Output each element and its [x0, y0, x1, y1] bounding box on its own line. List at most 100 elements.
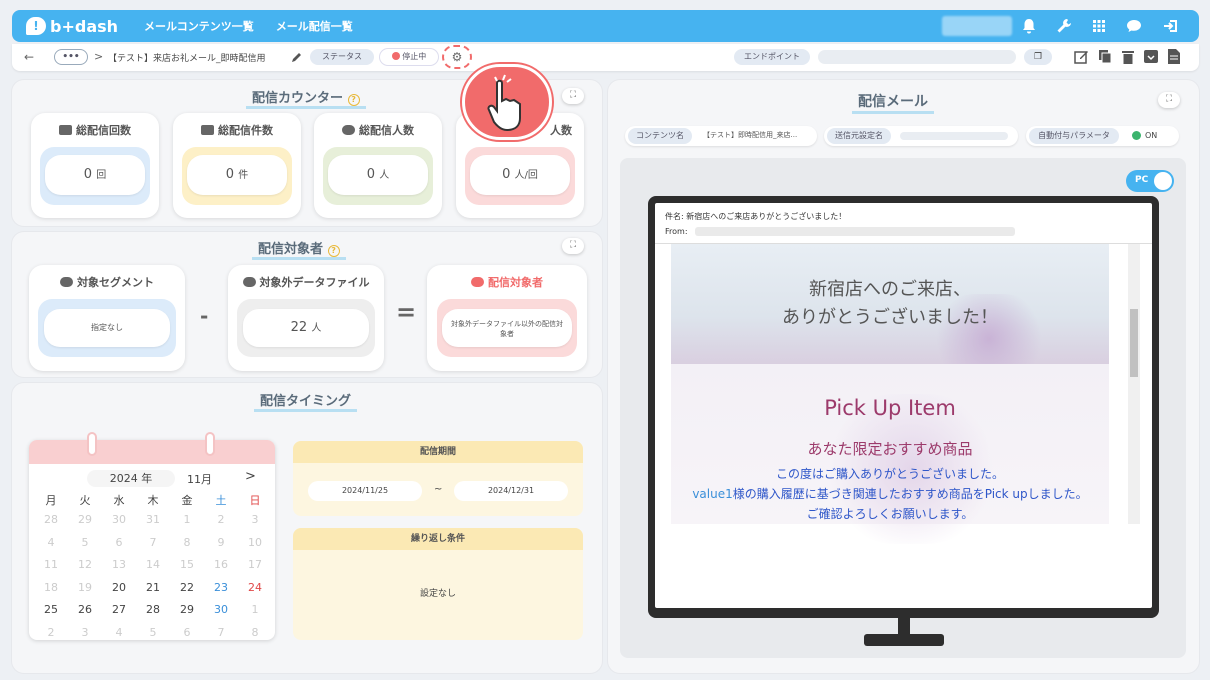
calendar-day[interactable]: 28 — [138, 603, 168, 616]
calendar-dow-label: 土 — [215, 494, 227, 507]
param-on-value: ON — [1145, 131, 1158, 140]
calendar-year-select[interactable]: 2024 年 — [87, 470, 175, 487]
expand-icon[interactable]: ⛶ — [1158, 92, 1180, 108]
breadcrumb-separator: > — [94, 50, 104, 63]
breadcrumb-more-button[interactable]: ••• — [54, 49, 88, 65]
calendar-ring — [205, 432, 215, 456]
timing-panel-title: 配信タイミング — [254, 390, 358, 412]
hero-banner: 新宿店へのご来店、 ありがとうございました！ — [671, 244, 1109, 384]
calendar-day: 11 — [44, 558, 58, 571]
card-value: 0 回 — [45, 155, 145, 195]
param-on-icon — [1132, 131, 1141, 140]
calendar-day[interactable]: 30 — [206, 603, 236, 616]
status-value: 停止中 — [402, 52, 427, 61]
mail-from-label: From: — [665, 227, 688, 236]
bell-icon[interactable] — [1020, 17, 1038, 35]
calendar-day: 4 — [115, 625, 123, 639]
content-toolbar: ← ••• > 【テスト】来店お礼メール_即時配信用 ステータス 停止中 ⚙ エ… — [12, 44, 1199, 71]
pc-mobile-toggle[interactable]: PC — [1126, 170, 1174, 192]
delivery-period-label: 配信期間 — [293, 441, 583, 463]
copy-endpoint-icon[interactable]: ❐ — [1024, 49, 1052, 65]
period-start-field[interactable]: 2024/11/25 — [308, 481, 422, 501]
back-arrow-button[interactable]: ← — [24, 50, 34, 64]
settings-gear-icon[interactable]: ⚙ — [442, 45, 472, 69]
card-label: 総配信件数 — [218, 124, 273, 137]
calendar-day: 29 — [78, 513, 92, 526]
calendar-day: 31 — [146, 513, 160, 526]
expand-icon[interactable]: ⛶ — [562, 238, 584, 254]
endpoint-label: エンドポイント — [734, 49, 810, 65]
edit-content-icon[interactable] — [1074, 49, 1089, 64]
period-end-field[interactable]: 2024/12/31 — [454, 481, 568, 501]
body-line-1: この度はご購入ありがとうございました。 — [775, 467, 1004, 481]
calendar-day: 18 — [44, 580, 58, 594]
duplicate-icon[interactable] — [1098, 49, 1112, 64]
app-logo[interactable]: ! b+dash — [26, 17, 118, 36]
mail-icon — [59, 125, 72, 135]
calendar-day: 3 — [81, 625, 89, 639]
users-icon — [242, 277, 256, 287]
mail-subject: 件名: 新宿店へのご来店ありがとうございました！ — [665, 212, 847, 221]
endpoint-url-blurred — [818, 50, 1016, 64]
nav-mail-content-list[interactable]: メールコンテンツ一覧 — [144, 18, 254, 34]
calendar-day: 8 — [183, 535, 191, 549]
calendar-day[interactable]: 20 — [104, 581, 134, 594]
logout-icon[interactable] — [1162, 17, 1180, 35]
grid-apps-icon[interactable] — [1090, 17, 1108, 35]
pickup-title: Pick Up Item — [824, 396, 956, 420]
card-value: 0 人 — [328, 155, 428, 195]
calendar-day[interactable]: 21 — [138, 581, 168, 594]
calendar-day[interactable]: 26 — [70, 603, 100, 616]
calendar-dow-label: 火 — [79, 494, 91, 507]
total-delivery-items-card: 総配信件数 0 件 — [173, 113, 301, 218]
calendar-day: 3 — [251, 513, 259, 526]
target-segment-card: 対象セグメント 指定なし — [29, 265, 185, 371]
preview-scrollbar[interactable] — [1128, 244, 1140, 524]
stopped-dot-icon — [391, 52, 400, 60]
trash-icon[interactable] — [1122, 49, 1134, 64]
calendar-day[interactable]: 24 — [240, 581, 270, 594]
calendar-day[interactable]: 22 — [172, 581, 202, 594]
card-value: 0 人/回 — [470, 155, 570, 195]
chat-support-icon[interactable] — [1125, 17, 1143, 35]
equals-operator: = — [396, 298, 417, 326]
calendar-day: 19 — [78, 580, 92, 594]
calendar-day[interactable]: 23 — [206, 581, 236, 594]
minus-operator: - — [200, 304, 209, 328]
help-icon[interactable]: ? — [327, 245, 340, 257]
edit-pencil-icon[interactable] — [291, 51, 303, 63]
users-icon — [342, 125, 355, 135]
calendar-next-button[interactable]: > — [245, 469, 256, 484]
sender-name-blurred — [900, 132, 1008, 140]
period-separator: ~ — [434, 484, 443, 495]
counter-panel-title: 配信カウンター ? — [246, 87, 366, 109]
pc-monitor-preview: 件名: 新宿店へのご来店ありがとうございました！ From: 新宿店へのご来店、… — [648, 196, 1159, 618]
pointer-hand-indicator — [462, 64, 552, 140]
delivery-target-result-card: 配信対象者 対象外データファイル以外の配信対象者 — [427, 265, 587, 371]
calendar-day: 12 — [78, 558, 92, 571]
wrench-icon[interactable] — [1055, 17, 1073, 35]
archive-icon[interactable] — [1144, 49, 1158, 64]
pickup-section: Pick Up Item あなた限定おすすめ商品 この度はご購入ありがとうござい… — [671, 364, 1109, 544]
calendar-day: 1 — [183, 513, 191, 526]
excluded-value: 22 人 — [243, 309, 369, 347]
document-icon[interactable] — [1168, 49, 1180, 64]
calendar-day[interactable]: 27 — [104, 603, 134, 616]
calendar-day: 10 — [248, 535, 262, 549]
calendar-day[interactable]: 25 — [36, 603, 66, 616]
calendar-day[interactable]: 29 — [172, 603, 202, 616]
nav-mail-delivery-list[interactable]: メール配信一覧 — [276, 18, 353, 34]
card-label: 総配信回数 — [76, 124, 131, 137]
repeat-condition-section: 繰り返し条件 設定なし — [293, 528, 583, 640]
expand-icon[interactable]: ⛶ — [562, 88, 584, 104]
result-value: 対象外データファイル以外の配信対象者 — [442, 309, 572, 347]
calendar-day: 28 — [44, 513, 58, 526]
calendar-ring — [87, 432, 97, 456]
mail-panel-title: 配信メール — [852, 91, 934, 114]
hero-line-2: ありがとうございました！ — [782, 307, 998, 328]
status-badge: 停止中 — [380, 49, 438, 65]
help-icon[interactable]: ? — [347, 94, 360, 106]
calendar-month-label: 11月 — [187, 473, 212, 486]
calendar-dow-label: 日 — [249, 494, 261, 507]
logo-mark-icon: ! — [26, 17, 46, 35]
